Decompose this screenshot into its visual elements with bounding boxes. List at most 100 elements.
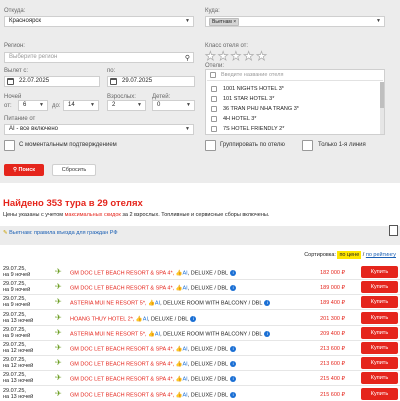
tour-date: 29.07.25, на 12 ночей (3, 342, 33, 354)
max-discounts-link[interactable]: максимальных скидок (65, 212, 121, 218)
children-value: 0 (157, 102, 161, 108)
table-row: 29.07.25, на 12 ночей ✈ GM DOC LET BEACH RE… (0, 356, 400, 372)
sort-by-rating[interactable]: по рейтингу (366, 252, 396, 258)
hotel-link[interactable]: GM DOC LET BEACH RESORT & SPA 4*, (70, 270, 174, 276)
info-icon[interactable]: i (230, 391, 237, 398)
star-icon[interactable]: ★ (205, 49, 218, 63)
star-icon[interactable]: ★ (243, 49, 256, 63)
room-type: DELUXE / DBL (190, 392, 229, 399)
thumbs-up-icon: 👍 (175, 392, 183, 399)
star-icon[interactable]: ★ (256, 49, 269, 63)
chevron-down-icon: ▼ (39, 102, 44, 108)
hotel-option-checkbox[interactable] (211, 116, 217, 122)
hotel-link[interactable]: HOANG THUY HOTEL 2*, (70, 316, 134, 322)
chevron-down-icon: ▼ (186, 102, 191, 108)
hotel-option-checkbox[interactable] (211, 86, 217, 92)
info-icon[interactable]: i (264, 300, 271, 307)
passport-icon: ✎ (3, 230, 8, 236)
info-icon[interactable]: i (230, 376, 237, 383)
info-icon[interactable]: i (230, 270, 237, 276)
hotel-option-checkbox[interactable] (211, 126, 217, 132)
group-by-hotel-checkbox[interactable] (205, 140, 216, 151)
thumbs-up-icon: 👍 (175, 270, 183, 277)
sort-label: Сортировка: (304, 252, 336, 258)
table-row: 29.07.25, на 9 ночей ✈ GM DOC LET BEACH RES… (0, 280, 400, 296)
plane-icon: ✈ (55, 327, 62, 337)
hotel-link[interactable]: GM DOC LET BEACH RESORT & SPA 4*, (70, 392, 174, 398)
first-line-checkbox[interactable] (302, 140, 313, 151)
chevron-down-icon: ▼ (90, 102, 95, 108)
visa-link[interactable]: ✎ Вьетнам: правила въезда для граждан РФ (3, 230, 118, 236)
info-icon[interactable]: i (230, 346, 237, 352)
hotels-search-placeholder: Введите название отеля (221, 72, 284, 78)
to-country-tag-label: Вьетнам (212, 19, 232, 25)
scrollbar-thumb[interactable] (380, 82, 384, 108)
search-button[interactable]: ⚲ Поиск (4, 164, 44, 176)
hotel-link[interactable]: ASTERIA MUI NE RESORT 5*, (70, 331, 147, 337)
plane-icon: ✈ (55, 297, 62, 307)
meal-value: AI - все включено (9, 126, 58, 132)
star-icon[interactable]: ★ (230, 49, 244, 63)
info-icon[interactable]: i (230, 285, 237, 292)
star-icon[interactable]: ★ (217, 49, 231, 63)
to-country-tag[interactable]: Вьетнам × (209, 18, 240, 26)
nights-from-select[interactable]: 6 ▼ (18, 100, 48, 111)
plane-icon: ✈ (55, 267, 62, 276)
sort-controls: Сортировка: по цене / по рейтингу (304, 251, 396, 259)
buy-button[interactable]: Купить (361, 326, 398, 339)
buy-button[interactable]: Купить (361, 296, 398, 309)
region-label: Регион: (4, 43, 25, 49)
depart-to-input[interactable]: 29.07.2025 (107, 76, 195, 87)
to-select[interactable]: Вьетнам × ▼ (205, 16, 385, 27)
nights-to-select[interactable]: 14 ▼ (63, 100, 99, 111)
tour-date: 29.07.25, на 13 ночей (3, 372, 33, 384)
meal-label: Питание от (4, 116, 36, 122)
sort-by-price[interactable]: по цене (337, 251, 362, 259)
hotel-link[interactable]: GM DOC LET BEACH RESORT & SPA 4*, (70, 286, 174, 292)
info-icon[interactable]: i (190, 315, 197, 322)
tour-price: 189 000 ₽ (320, 285, 345, 292)
hotel-option-checkbox[interactable] (211, 96, 217, 102)
buy-button[interactable]: Купить (361, 311, 398, 324)
to-label: Куда: (205, 8, 220, 14)
hotel-link[interactable]: ASTERIA MUI NE RESORT 5*, (70, 301, 147, 307)
buy-button[interactable]: Купить (361, 281, 398, 294)
info-icon[interactable]: i (264, 330, 271, 337)
table-row: 29.07.25, на 9 ночей ✈ ASTERIA MUI NE RESOR… (0, 326, 400, 341)
hotel-link[interactable]: GM DOC LET BEACH RESORT & SPA 4*, (70, 377, 174, 383)
meal-select[interactable]: AI - все включено ▼ (4, 124, 194, 135)
info-icon[interactable]: i (230, 361, 237, 368)
hotel-link[interactable]: GM DOC LET BEACH RESORT & SPA 4*, (70, 362, 174, 368)
calendar-icon (110, 78, 117, 85)
buy-button[interactable]: Купить (361, 387, 398, 400)
buy-button[interactable]: Купить (361, 266, 398, 278)
table-row: 29.07.25, на 13 ночей ✈ GM DOC LET BEACH RE… (0, 371, 400, 387)
instant-confirm-checkbox[interactable] (4, 140, 15, 151)
depart-from-input[interactable]: 22.07.2025 (4, 76, 100, 87)
hotels-select-all-checkbox[interactable] (210, 72, 216, 78)
meal-tag: AI (182, 392, 188, 399)
tour-price: 182 000 ₽ (320, 270, 345, 276)
region-input[interactable]: Выберите регион ⚲ (4, 52, 194, 63)
buy-button[interactable]: Купить (361, 357, 398, 370)
adults-select[interactable]: 2 ▼ (107, 100, 146, 111)
tour-nights: на 9 ночей (3, 272, 31, 278)
depart-to-label: по: (107, 68, 116, 74)
hotels-scrollbar[interactable] (380, 82, 384, 134)
meal-tag: AI (182, 376, 188, 383)
hotel-link[interactable]: GM DOC LET BEACH RESORT & SPA 4*, (70, 346, 174, 352)
book-icon[interactable] (389, 225, 398, 236)
thumbs-up-icon: 👍 (148, 331, 155, 338)
reset-button[interactable]: Сбросить (52, 164, 96, 176)
from-select[interactable]: Красноярск ▼ (4, 16, 194, 27)
hotels-search-input[interactable]: Введите название отеля (207, 71, 383, 81)
hotel-option-checkbox[interactable] (211, 106, 217, 112)
instant-confirm-label: С моментальным подтверждением (19, 142, 117, 148)
buy-button[interactable]: Купить (361, 372, 398, 385)
hotel-class-stars[interactable]: ★★★★★ (205, 49, 269, 63)
from-value: Красноярск (9, 18, 42, 24)
calendar-icon (7, 78, 14, 85)
children-select[interactable]: 0 ▼ (152, 100, 195, 111)
room-type: DELUXE / DBL (190, 346, 229, 353)
buy-button[interactable]: Купить (361, 342, 398, 354)
